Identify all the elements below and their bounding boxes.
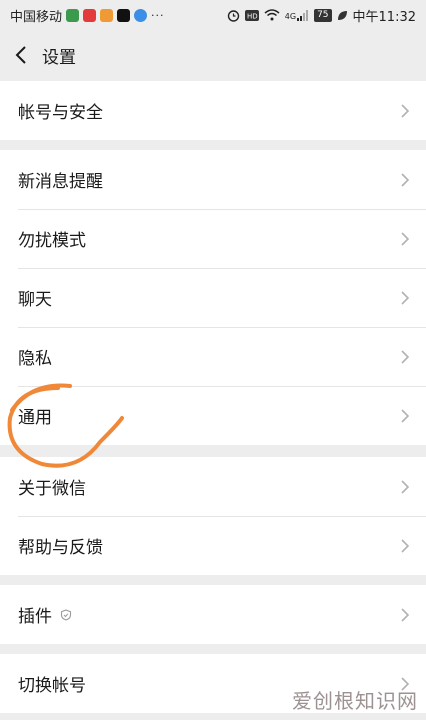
row-label: 帐号与安全 [18,103,103,123]
nav-bar: 设置 [0,30,426,80]
wifi-icon [264,9,280,21]
settings-group-about: 关于微信 帮助与反馈 [0,457,426,575]
page-title: 设置 [42,47,76,68]
settings-row-plugins[interactable]: 插件 [0,585,426,644]
settings-group-account: 帐号与安全 [0,81,426,140]
more-notifications: ··· [151,8,165,22]
app-notification-icon [66,8,80,22]
chevron-right-icon [401,607,410,622]
settings-group-general: 新消息提醒 勿扰模式 聊天 隐私 通用 [0,150,426,445]
chevron-right-icon [401,538,410,553]
chevron-right-icon [401,231,410,246]
svg-text:HD: HD [247,12,258,20]
status-right: HD 4G 75 中午11:32 [227,6,416,25]
row-label: 帮助与反馈 [18,538,103,558]
leaf-icon [337,10,347,20]
hd-icon: HD [244,9,259,21]
status-bar: 中国移动 ··· HD 4G 75 中午11:32 [0,0,426,30]
chevron-right-icon [401,408,410,423]
settings-row-account-security[interactable]: 帐号与安全 [0,81,426,140]
app-notification-icon [134,8,148,22]
carrier-label: 中国移动 [10,9,63,25]
clock: 中午11:32 [352,9,416,25]
watermark-text: 爱创根知识网 [292,689,418,713]
row-label: 关于微信 [18,479,86,499]
chevron-right-icon [401,172,410,187]
app-notification-icon [100,8,114,22]
chevron-right-icon [401,103,410,118]
shield-icon [60,608,72,621]
tiktok-icon [117,8,131,22]
network-tag: 4G [284,11,297,21]
settings-row-privacy[interactable]: 隐私 [0,327,426,386]
settings-row-new-message-notifications[interactable]: 新消息提醒 [0,150,426,209]
settings-row-chat[interactable]: 聊天 [0,268,426,327]
row-label: 切换帐号 [18,676,86,696]
row-label: 插件 [18,607,52,627]
row-label: 新消息提醒 [18,172,103,192]
app-notification-icon [83,8,97,22]
chevron-right-icon [401,349,410,364]
settings-row-about-wechat[interactable]: 关于微信 [0,457,426,516]
battery-level: 75 [314,8,332,22]
settings-row-general[interactable]: 通用 [0,386,426,445]
settings-row-help-feedback[interactable]: 帮助与反馈 [0,516,426,575]
status-left: 中国移动 ··· [10,6,165,25]
row-label: 勿扰模式 [18,231,86,251]
chevron-right-icon [401,479,410,494]
alarm-icon [227,9,239,22]
chevron-right-icon [401,290,410,305]
row-label: 聊天 [18,290,52,310]
signal-icon [297,9,309,21]
settings-row-do-not-disturb[interactable]: 勿扰模式 [0,209,426,268]
back-button[interactable] [2,30,40,80]
settings-group-plugins: 插件 [0,585,426,644]
row-label: 隐私 [18,349,52,369]
chevron-left-icon [15,46,26,64]
row-label: 通用 [18,408,52,428]
